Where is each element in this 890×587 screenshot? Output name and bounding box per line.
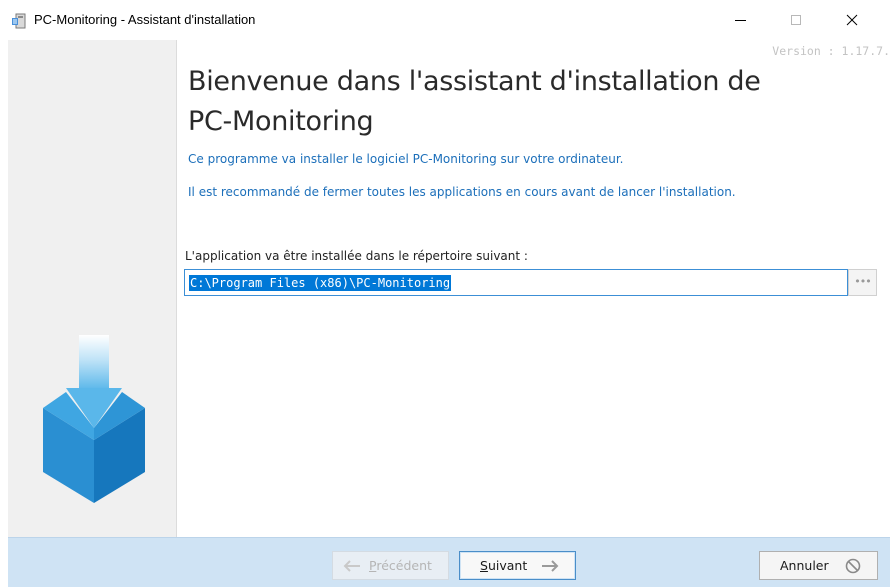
close-button[interactable] bbox=[829, 0, 875, 40]
install-arrow-box-icon bbox=[43, 335, 145, 503]
minimize-button[interactable] bbox=[717, 0, 763, 40]
window-title: PC-Monitoring - Assistant d'installation bbox=[34, 12, 256, 27]
recommendation-text: Il est recommandé de fermer toutes les a… bbox=[188, 185, 736, 199]
title-bar: PC-Monitoring - Assistant d'installation bbox=[0, 0, 890, 40]
close-icon bbox=[846, 14, 858, 26]
minimize-icon bbox=[734, 19, 746, 21]
installer-app-icon bbox=[12, 13, 26, 29]
maximize-icon bbox=[791, 15, 801, 25]
install-dir-input[interactable]: C:\Program Files (x86)\PC-Monitoring bbox=[184, 269, 848, 296]
cancel-label: Annuler bbox=[780, 558, 829, 573]
version-label: Version : 1.17.7. bbox=[772, 44, 890, 58]
cancel-circle-icon bbox=[845, 558, 861, 574]
install-dir-value: C:\Program Files (x86)\PC-Monitoring bbox=[189, 275, 452, 291]
cancel-button[interactable]: Annuler bbox=[759, 551, 878, 580]
previous-button[interactable]: Précédent bbox=[332, 551, 449, 580]
install-dir-label: L'application va être installée dans le … bbox=[185, 249, 528, 263]
arrow-left-icon bbox=[343, 559, 361, 572]
intro-text: Ce programme va installer le logiciel PC… bbox=[188, 152, 624, 166]
previous-label: Précédent bbox=[369, 558, 432, 573]
sidebar-banner bbox=[8, 40, 177, 537]
maximize-button bbox=[773, 0, 819, 40]
arrow-right-icon bbox=[541, 559, 559, 572]
footer-bar: Précédent Suivant Annuler bbox=[8, 537, 890, 587]
browse-button[interactable]: ••• bbox=[848, 269, 877, 296]
page-title: Bienvenue dans l'assistant d'installatio… bbox=[188, 66, 761, 137]
next-label: Suivant bbox=[480, 558, 528, 573]
main-content: Version : 1.17.7. Bienvenue dans l'assis… bbox=[178, 40, 890, 537]
next-button[interactable]: Suivant bbox=[459, 551, 576, 580]
